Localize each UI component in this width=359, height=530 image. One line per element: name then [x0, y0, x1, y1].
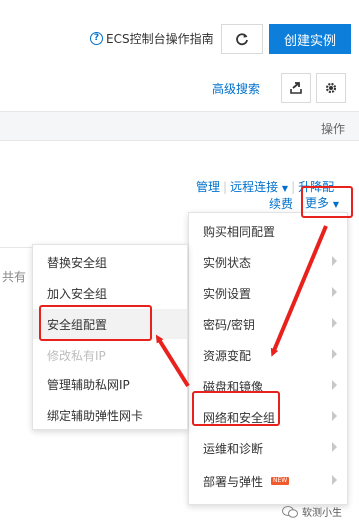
- wechat-icon: [282, 505, 298, 518]
- annotation-arrows: [155, 225, 328, 388]
- watermark-text: 软测小生: [302, 508, 342, 519]
- annotation-arrow-to-network-security: [270, 225, 328, 357]
- annotation-arrow-to-sg-config: [155, 334, 190, 388]
- watermark: 软测小生: [282, 504, 342, 519]
